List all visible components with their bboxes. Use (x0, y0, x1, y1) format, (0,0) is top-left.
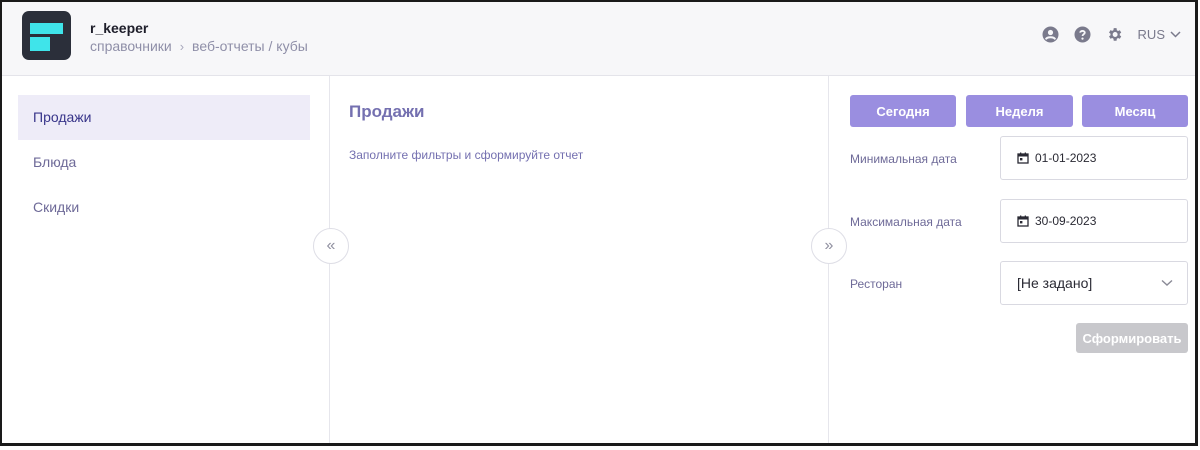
top-header: r_keeper справочники › веб-отчеты / кубы (2, 2, 1195, 76)
app-window: r_keeper справочники › веб-отчеты / кубы (0, 0, 1198, 446)
month-button[interactable]: Месяц (1082, 95, 1188, 127)
sidebar-item-discounts[interactable]: Скидки (18, 185, 310, 230)
report-title: Продажи (349, 102, 425, 121)
calendar-icon (1017, 152, 1029, 164)
restaurant-label: Ресторан (850, 277, 903, 291)
sidebar-item-sales[interactable]: Продажи (18, 95, 310, 140)
filters-panel: Сегодня Неделя Месяц Минимальная дата 01… (830, 76, 1195, 443)
calendar-icon (1017, 215, 1029, 227)
app-title: r_keeper (90, 20, 149, 36)
sidebar-item-dishes[interactable]: Блюда (18, 140, 310, 185)
breadcrumb: справочники › веб-отчеты / кубы (90, 38, 308, 54)
report-panel: Продажи Заполните фильтры и сформируйте … (331, 76, 829, 443)
restaurant-value: [Не задано] (1017, 275, 1093, 291)
language-label: RUS (1137, 27, 1165, 42)
chevron-down-icon (1161, 279, 1173, 286)
breadcrumb-item-web-reports: веб-отчеты / кубы (192, 38, 308, 54)
max-date-label: Максимальная дата (850, 215, 962, 229)
chevron-down-icon (1170, 31, 1181, 38)
min-date-label: Минимальная дата (850, 152, 957, 166)
min-date-value: 01-01-2023 (1035, 151, 1097, 165)
user-icon[interactable] (1042, 26, 1059, 43)
max-date-value: 30-09-2023 (1035, 214, 1097, 228)
week-button[interactable]: Неделя (966, 95, 1073, 127)
max-date-field[interactable]: 30-09-2023 (1000, 199, 1188, 243)
collapse-left-button[interactable]: « (313, 228, 349, 264)
breadcrumb-item-references[interactable]: справочники (90, 38, 172, 54)
reports-sidebar: Продажи Блюда Скидки (2, 76, 330, 443)
generate-report-button[interactable]: Сформировать (1076, 323, 1188, 353)
help-icon[interactable] (1074, 26, 1091, 43)
app-logo[interactable] (22, 11, 71, 60)
restaurant-select[interactable]: [Не задано] (1000, 261, 1188, 305)
language-selector[interactable]: RUS (1138, 27, 1181, 42)
today-button[interactable]: Сегодня (850, 95, 956, 127)
report-hint: Заполните фильтры и сформируйте отчет (349, 148, 584, 162)
breadcrumb-separator: › (179, 38, 185, 54)
min-date-field[interactable]: 01-01-2023 (1000, 136, 1188, 180)
gear-icon[interactable] (1106, 26, 1123, 43)
header-actions: RUS (1042, 26, 1181, 43)
